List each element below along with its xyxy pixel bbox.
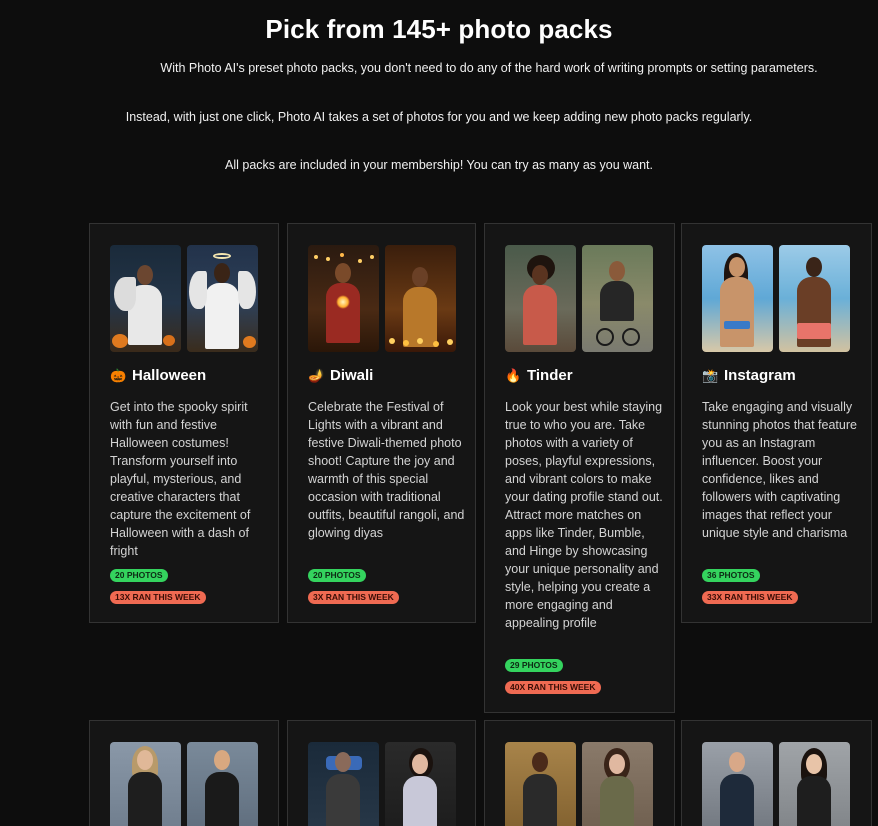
pack-preview-images [110, 742, 258, 826]
photo-count-badge: 29 PHOTOS [505, 659, 563, 672]
page-title: Pick from 145+ photo packs [265, 14, 613, 44]
preview-photo [110, 245, 181, 352]
preview-photo [385, 245, 456, 352]
preview-photo [505, 742, 576, 826]
preview-photo [385, 742, 456, 826]
preview-photo [308, 742, 379, 826]
pack-card-tinder[interactable]: 🔥 Tinder Look your best while staying tru… [484, 223, 675, 713]
preview-photo [582, 742, 653, 826]
intro-paragraph-2: Instead, with just one click, Photo AI t… [125, 110, 753, 124]
usage-badge: 33X RAN THIS WEEK [702, 591, 798, 604]
intro-paragraph-1: With Photo AI's preset photo packs, you … [160, 61, 818, 75]
pack-description: Get into the spooky spirit with fun and … [110, 400, 251, 558]
pack-preview-images [505, 742, 653, 826]
fire-icon: 🔥 [505, 368, 522, 383]
photo-count-badge: 20 PHOTOS [110, 569, 168, 582]
preview-photo [308, 245, 379, 352]
pack-card-diwali[interactable]: 🪔 Diwali Celebrate the Festival of Lights… [287, 223, 476, 623]
pumpkin-icon: 🎃 [110, 368, 127, 383]
pack-preview-images [505, 245, 653, 353]
pack-card-instagram[interactable]: 📸 Instagram Take engaging and visually st… [681, 223, 872, 623]
pack-card-halloween[interactable]: 🎃 Halloween Get into the spooky spirit wi… [89, 223, 279, 623]
pack-card-row2-4[interactable] [681, 720, 872, 826]
intro-paragraph-3: All packs are included in your membershi… [225, 158, 653, 172]
pack-description: Look your best while staying true to who… [505, 400, 663, 630]
camera-icon: 📸 [702, 368, 719, 383]
preview-photo [779, 742, 850, 826]
pack-description: Take engaging and visually stunning phot… [702, 400, 857, 540]
usage-badge: 3X RAN THIS WEEK [308, 591, 399, 604]
usage-badge: 13X RAN THIS WEEK [110, 591, 206, 604]
preview-photo [110, 742, 181, 826]
preview-photo [187, 742, 258, 826]
usage-badge: 40X RAN THIS WEEK [505, 681, 601, 694]
preview-photo [702, 245, 773, 352]
preview-photo [779, 245, 850, 352]
pack-card-row2-1[interactable] [89, 720, 279, 826]
preview-photo [187, 245, 258, 352]
pack-title: 🔥 Tinder [505, 367, 573, 384]
pack-title: 🎃 Halloween [110, 367, 207, 384]
preview-photo [702, 742, 773, 826]
pack-preview-images [702, 742, 850, 826]
pack-card-row2-3[interactable] [484, 720, 675, 826]
pack-card-row2-2[interactable] [287, 720, 476, 826]
pack-title: 📸 Instagram [702, 367, 796, 384]
pack-title: 🪔 Diwali [308, 367, 374, 384]
pack-preview-images [308, 245, 456, 353]
photo-count-badge: 36 PHOTOS [702, 569, 760, 582]
diya-lamp-icon: 🪔 [308, 368, 325, 383]
pack-preview-images [110, 245, 258, 353]
preview-photo [505, 245, 576, 352]
photo-count-badge: 20 PHOTOS [308, 569, 366, 582]
pack-preview-images [702, 245, 850, 353]
preview-photo [582, 245, 653, 352]
pack-preview-images [308, 742, 456, 826]
pack-description: Celebrate the Festival of Lights with a … [308, 400, 465, 540]
